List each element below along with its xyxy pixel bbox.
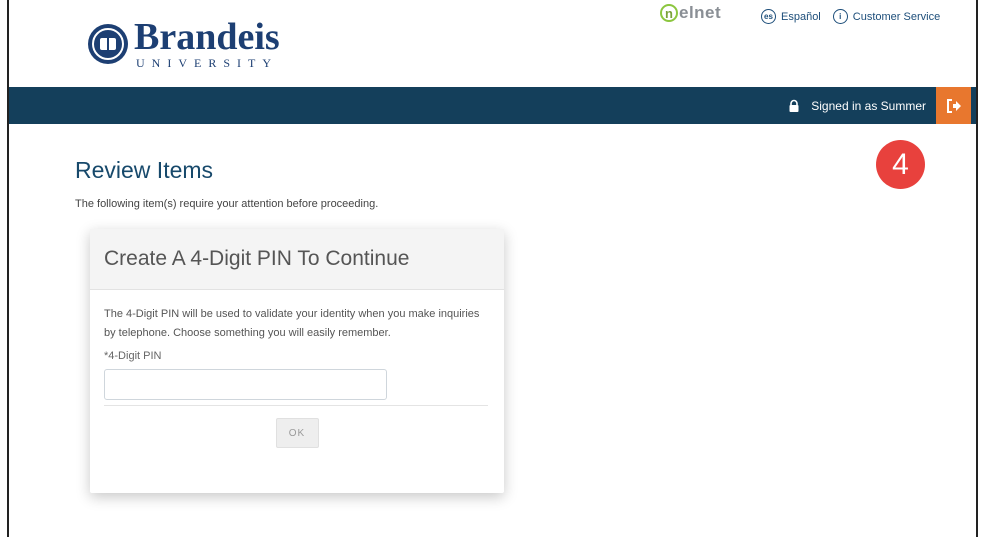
page-subtitle: The following item(s) require your atten…	[75, 198, 379, 210]
nelnet-tagline	[690, 24, 691, 29]
card-divider	[104, 405, 488, 406]
logout-button[interactable]	[936, 87, 971, 124]
nelnet-n-icon: n	[660, 4, 678, 22]
nelnet-logo: n elnet	[660, 3, 721, 29]
customer-service-label: Customer Service	[852, 10, 941, 23]
card-title: Create A 4-Digit PIN To Continue	[104, 247, 410, 270]
espanol-link[interactable]: es Español	[761, 9, 821, 24]
browser-frame: Brandeis UNIVERSITY n elnet es Español i…	[7, 0, 978, 537]
step-number-badge: 4	[876, 140, 925, 189]
page-title: Review Items	[75, 157, 214, 183]
card-body: The 4-Digit PIN will be used to validate…	[90, 305, 504, 448]
card-header: Create A 4-Digit PIN To Continue	[90, 229, 504, 290]
logo-subtitle: UNIVERSITY	[136, 56, 278, 70]
logo-name: Brandeis	[134, 16, 280, 58]
top-navbar: Signed in as Summer	[9, 87, 976, 124]
nelnet-wordmark: elnet	[679, 3, 722, 22]
pin-field-label: *4-Digit PIN	[104, 350, 162, 362]
create-pin-card: Create A 4-Digit PIN To Continue The 4-D…	[90, 229, 504, 493]
espanol-label: Español	[781, 10, 821, 23]
sign-out-icon	[946, 98, 961, 113]
pin-input[interactable]	[104, 369, 387, 400]
language-icon: es	[761, 9, 776, 24]
signed-in-status: Signed in as Summer	[787, 87, 926, 124]
info-icon: i	[832, 9, 848, 24]
top-links: es Español i Customer Service	[761, 9, 952, 24]
brandeis-seal-icon	[88, 23, 128, 64]
signed-in-text: Signed in as Summer	[811, 98, 926, 113]
brandeis-logo[interactable]: Brandeis UNIVERSITY	[88, 18, 280, 69]
card-description: The 4-Digit PIN will be used to validate…	[104, 308, 480, 339]
customer-service-link[interactable]: i Customer Service	[832, 9, 941, 24]
lock-icon	[789, 99, 799, 112]
ok-button[interactable]: OK	[275, 418, 319, 448]
